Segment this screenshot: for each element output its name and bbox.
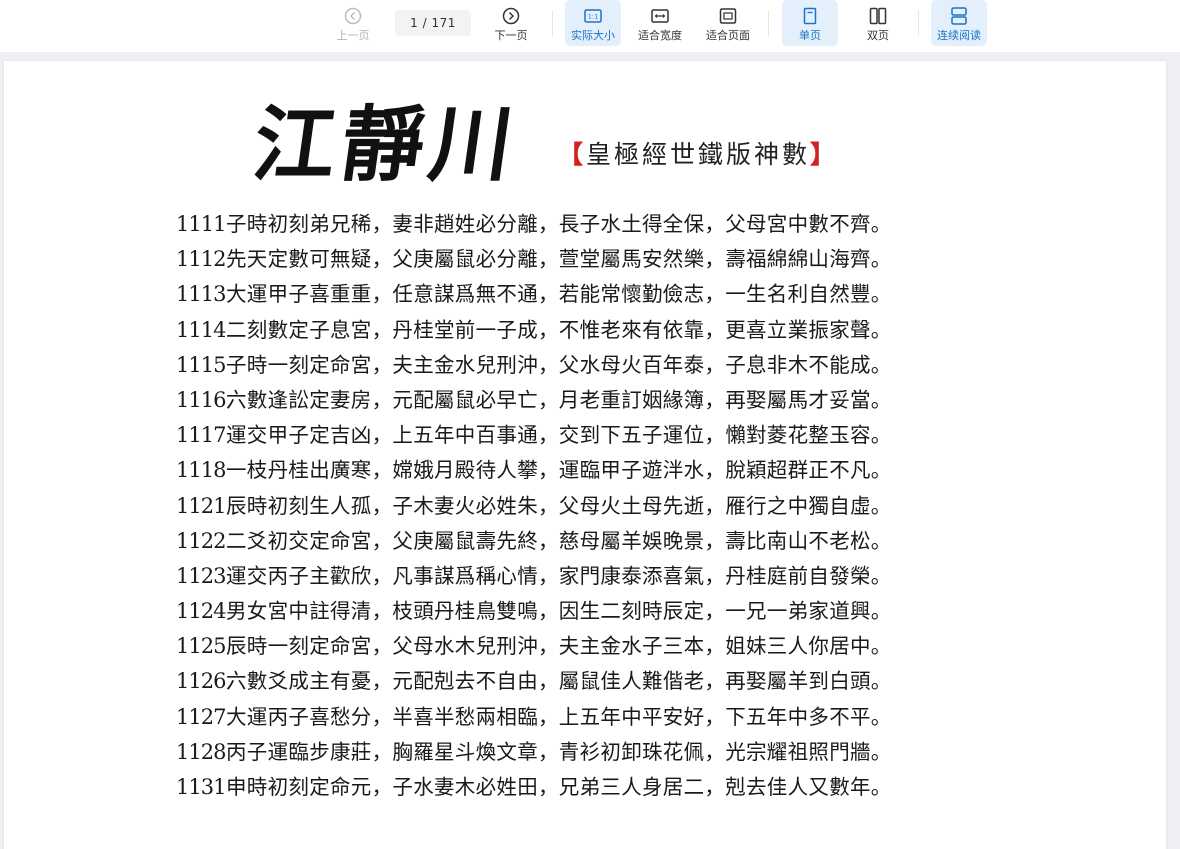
fit-width-label: 适合宽度 xyxy=(638,29,682,42)
verse-text: 子時一刻定命宮，夫主金水兒刑沖，父水母火百年泰，子息非木不能成。 xyxy=(226,352,892,377)
verse-line: 1122二爻初交定命宮，父庚屬鼠壽先終，慈母屬羊娛晚景，壽比南山不老松。 xyxy=(176,524,996,559)
fit-page-button[interactable]: 适合页面 xyxy=(700,0,756,46)
verse-number: 1128 xyxy=(176,739,226,764)
toolbar-divider xyxy=(768,10,769,36)
chevron-right-circle-icon xyxy=(502,7,520,25)
verse-text: 辰時一刻定命宮，父母水木兒刑沖，夫主金水子三本，姐妹三人你居中。 xyxy=(226,634,892,659)
verse-number: 1125 xyxy=(176,634,226,659)
verse-text: 丙子運臨步康莊，胸羅星斗煥文章，青衫初卸珠花佩，光宗耀祖照門牆。 xyxy=(226,739,892,764)
verse-line: 1118一枝丹桂出廣寒，嫦娥月殿待人攀，運臨甲子遊泮水，脫穎超群正不凡。 xyxy=(176,453,996,488)
chevron-left-circle-icon xyxy=(344,7,362,25)
verse-line: 1111子時初刻弟兄稀，妻非趙姓必分離，長子水土得全保，父母宮中數不齊。 xyxy=(176,207,996,242)
verse-text: 男女宮中註得清，枝頭丹桂鳥雙鳴，因生二刻時辰定，一兄一弟家道興。 xyxy=(226,599,892,624)
verse-number: 1114 xyxy=(176,317,226,342)
page-indicator[interactable]: 1 / 171 xyxy=(395,10,471,36)
verse-line: 1125辰時一刻定命宮，父母水木兒刑沖，夫主金水子三本，姐妹三人你居中。 xyxy=(176,629,996,664)
verse-text: 六數爻成主有憂，元配剋去不自由，屬鼠佳人難偕老，再娶屬羊到白頭。 xyxy=(226,669,892,694)
double-page-icon xyxy=(869,7,887,25)
verse-text: 申時初刻定命元，子水妻木必姓田，兄弟三人身居二，剋去佳人又數年。 xyxy=(226,775,892,799)
prev-page-label: 上一页 xyxy=(336,29,370,42)
actual-size-icon: 1:1 xyxy=(584,9,602,23)
bracket-left: 【 xyxy=(558,140,587,169)
continuous-reading-label: 连续阅读 xyxy=(937,29,981,42)
toolbar-divider xyxy=(918,10,919,36)
subtitle-text: 皇極經世鐵版神數 xyxy=(586,140,811,169)
fit-width-icon xyxy=(651,9,669,23)
prev-page-button[interactable]: 上一页 xyxy=(330,0,376,46)
verse-text: 子時初刻弟兄稀，妻非趙姓必分離，長子水土得全保，父母宮中數不齊。 xyxy=(226,212,892,236)
next-page-label: 下一页 xyxy=(494,29,528,42)
calligraphy-title: 江靜川 xyxy=(247,97,525,193)
verse-line: 1121辰時初刻生人孤，子木妻火必姓朱，父母火土母先逝，雁行之中獨自虛。 xyxy=(176,489,996,524)
verse-number: 1127 xyxy=(176,704,226,729)
verse-text: 運交甲子定吉凶，上五年中百事通，交到下五子運位，懶對菱花整玉容。 xyxy=(226,423,892,448)
single-page-label: 单页 xyxy=(799,29,821,42)
verse-number: 1115 xyxy=(176,352,226,377)
verse-text: 六數逢訟定妻房，元配屬鼠必早亡，月老重訂姻緣簿，再娶屬馬才妥當。 xyxy=(226,387,892,412)
verse-text: 大運甲子喜重重，任意謀爲無不通，若能常懷勤儉志，一生名利自然豐。 xyxy=(226,282,892,307)
single-page-icon xyxy=(803,7,817,25)
continuous-reading-button[interactable]: 连续阅读 xyxy=(931,0,987,46)
verse-text: 一枝丹桂出廣寒，嫦娥月殿待人攀，運臨甲子遊泮水，脫穎超群正不凡。 xyxy=(226,458,892,483)
fit-page-label: 适合页面 xyxy=(706,29,750,42)
fit-width-button[interactable]: 适合宽度 xyxy=(632,0,688,46)
verse-line: 1113大運甲子喜重重，任意謀爲無不通，若能常懷勤儉志，一生名利自然豐。 xyxy=(176,277,996,312)
verse-line: 1123運交丙子主歡欣，凡事謀爲稱心情，家門康泰添喜氣，丹桂庭前自發榮。 xyxy=(176,559,996,594)
verse-line: 1117運交甲子定吉凶，上五年中百事通，交到下五子運位，懶對菱花整玉容。 xyxy=(176,418,996,453)
verse-line: 1115子時一刻定命宮，夫主金水兒刑沖，父水母火百年泰，子息非木不能成。 xyxy=(176,348,996,383)
verse-number: 1124 xyxy=(176,599,226,624)
viewer-toolbar: 上一页 1 / 171 下一页 1:1 实际大小 适合宽度 适合页面 单页 双页… xyxy=(0,0,1180,52)
title-banner: 江靜川 【皇極經世鐵版神數】 xyxy=(196,90,974,206)
verse-number: 1117 xyxy=(176,423,226,448)
verse-text: 二爻初交定命宮，父庚屬鼠壽先終，慈母屬羊娛晚景，壽比南山不老松。 xyxy=(226,528,892,553)
verse-line: 1127大運丙子喜愁分，半喜半愁兩相臨，上五年中平安好，下五年中多不平。 xyxy=(176,700,996,735)
verse-list: 1111子時初刻弟兄稀，妻非趙姓必分離，長子水土得全保，父母宮中數不齊。 1112… xyxy=(176,207,996,805)
verse-number: 1121 xyxy=(176,493,226,518)
bracket-right: 】 xyxy=(810,140,839,169)
verse-line: 1131申時初刻定命元，子水妻木必姓田，兄弟三人身居二，剋去佳人又數年。 xyxy=(176,770,996,805)
verse-number: 1126 xyxy=(176,669,226,694)
actual-size-icon-text: 1:1 xyxy=(588,13,598,21)
verse-line: 1126六數爻成主有憂，元配剋去不自由，屬鼠佳人難偕老，再娶屬羊到白頭。 xyxy=(176,664,996,699)
verse-number: 1116 xyxy=(176,387,226,412)
verse-number: 1122 xyxy=(176,528,226,553)
verse-line: 1128丙子運臨步康莊，胸羅星斗煥文章，青衫初卸珠花佩，光宗耀祖照門牆。 xyxy=(176,735,996,770)
double-page-button[interactable]: 双页 xyxy=(850,0,906,46)
verse-line: 1112先天定數可無疑，父庚屬鼠必分離，萱堂屬馬安然樂，壽福綿綿山海齊。 xyxy=(176,242,996,277)
verse-number: 1131 xyxy=(176,775,226,799)
verse-text: 先天定數可無疑，父庚屬鼠必分離，萱堂屬馬安然樂，壽福綿綿山海齊。 xyxy=(226,247,892,272)
verse-line: 1124男女宮中註得清，枝頭丹桂鳥雙鳴，因生二刻時辰定，一兄一弟家道興。 xyxy=(176,594,996,629)
verse-text: 大運丙子喜愁分，半喜半愁兩相臨，上五年中平安好，下五年中多不平。 xyxy=(226,704,892,729)
verse-number: 1112 xyxy=(176,247,226,272)
total-pages: / 171 xyxy=(422,16,456,30)
verse-line: 1114二刻數定子息宮，丹桂堂前一子成，不惟老來有依靠，更喜立業振家聲。 xyxy=(176,313,996,348)
verse-number: 1118 xyxy=(176,458,226,483)
fit-page-icon xyxy=(719,8,737,24)
verse-number: 1123 xyxy=(176,563,226,588)
continuous-scroll-icon xyxy=(951,7,967,25)
actual-size-button[interactable]: 1:1 实际大小 xyxy=(565,0,621,46)
verse-line: 1116六數逢訟定妻房，元配屬鼠必早亡，月老重訂姻緣簿，再娶屬馬才妥當。 xyxy=(176,383,996,418)
toolbar-divider xyxy=(552,10,553,36)
single-page-button[interactable]: 单页 xyxy=(782,0,838,46)
actual-size-label: 实际大小 xyxy=(571,29,615,42)
verse-text: 辰時初刻生人孤，子木妻火必姓朱，父母火土母先逝，雁行之中獨自虛。 xyxy=(226,493,892,518)
verse-number: 1111 xyxy=(176,212,226,236)
verse-number: 1113 xyxy=(176,282,226,307)
book-subtitle: 【皇極經世鐵版神數】 xyxy=(558,138,838,172)
verse-text: 二刻數定子息宮，丹桂堂前一子成，不惟老來有依靠，更喜立業振家聲。 xyxy=(226,317,892,342)
next-page-button[interactable]: 下一页 xyxy=(488,0,534,46)
current-page-number[interactable]: 1 xyxy=(410,16,418,30)
double-page-label: 双页 xyxy=(867,29,889,42)
verse-text: 運交丙子主歡欣，凡事謀爲稱心情，家門康泰添喜氣，丹桂庭前自發榮。 xyxy=(226,563,892,588)
